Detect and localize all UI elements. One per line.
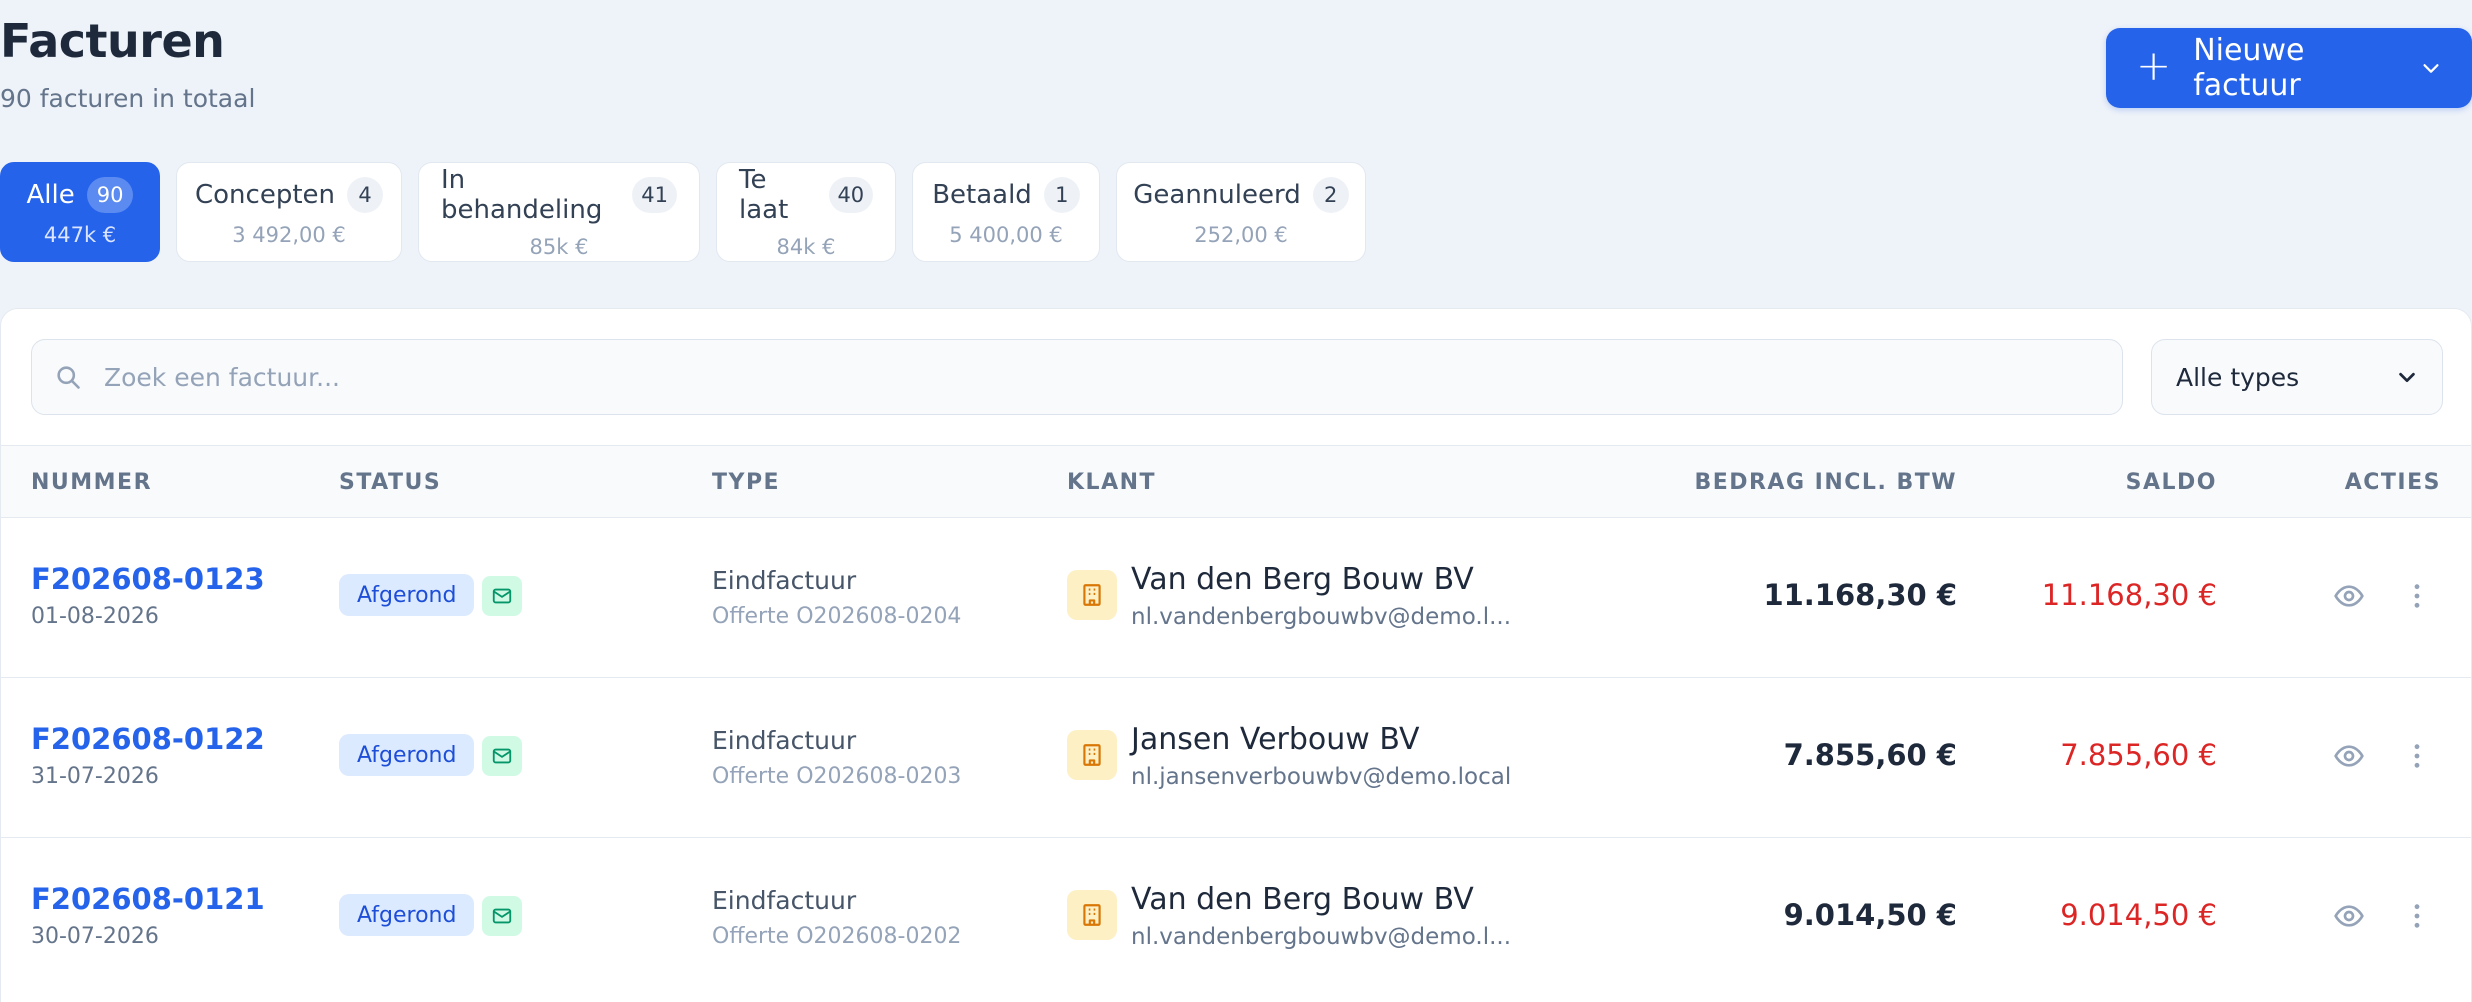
search-icon xyxy=(57,366,80,389)
status-filter-tabs: Alle 90 447k € Concepten 4 3 492,00 € In b… xyxy=(0,162,1366,262)
new-invoice-button[interactable]: + Nieuwe factuur xyxy=(2106,28,2472,108)
chevron-down-icon[interactable] xyxy=(2420,57,2442,79)
status-badge: Afgerond xyxy=(339,574,475,616)
quote-reference: Offerte O202608-0204 xyxy=(712,604,962,629)
type-filter-select[interactable]: Alle types xyxy=(2151,339,2443,415)
invoice-type: Eindfactuur xyxy=(712,566,857,595)
invoice-date: 30-07-2026 xyxy=(31,924,159,949)
tab-betaald[interactable]: Betaald 1 5 400,00 € xyxy=(912,162,1100,262)
invoice-table-card: Alle types NUMMER STATUS TYPE KLANT BEDR… xyxy=(0,308,2472,1002)
eye-icon[interactable] xyxy=(2333,900,2365,932)
tab-in-behandeling[interactable]: In behandeling 41 85k € xyxy=(418,162,700,262)
invoice-balance: 9.014,50 € xyxy=(2060,898,2217,932)
tab-alle[interactable]: Alle 90 447k € xyxy=(0,162,160,262)
client-name: Jansen Verbouw BV xyxy=(1131,722,1420,757)
mail-icon xyxy=(492,588,512,604)
page-title: Facturen xyxy=(0,14,225,68)
mail-icon xyxy=(492,748,512,764)
eye-icon[interactable] xyxy=(2333,580,2365,612)
invoice-amount: 9.014,50 € xyxy=(1783,898,1957,932)
column-header-client[interactable]: KLANT xyxy=(1067,470,1156,495)
tab-amount: 3 492,00 € xyxy=(232,223,346,247)
tab-amount: 447k € xyxy=(43,223,117,247)
tab-amount: 5 400,00 € xyxy=(949,223,1063,247)
tab-label: Concepten xyxy=(195,180,336,210)
invoice-number-link[interactable]: F202608-0121 xyxy=(31,882,265,916)
quote-reference: Offerte O202608-0203 xyxy=(712,764,962,789)
mail-sent-badge xyxy=(482,896,522,936)
quote-reference: Offerte O202608-0202 xyxy=(712,924,962,949)
column-header-type[interactable]: TYPE xyxy=(712,470,780,495)
tab-label: Te laat xyxy=(739,165,789,225)
search-box xyxy=(31,339,2123,415)
column-header-actions: ACTIES xyxy=(2344,470,2441,495)
client-avatar xyxy=(1067,890,1117,940)
mail-sent-badge xyxy=(482,736,522,776)
invoice-date: 01-08-2026 xyxy=(31,604,159,629)
building-icon xyxy=(1083,904,1101,926)
eye-icon[interactable] xyxy=(2333,740,2365,772)
invoice-number-link[interactable]: F202608-0123 xyxy=(31,562,265,596)
status-badge: Afgerond xyxy=(339,894,475,936)
invoice-balance: 11.168,30 € xyxy=(2041,578,2217,612)
invoice-type: Eindfactuur xyxy=(712,726,857,755)
client-name: Van den Berg Bouw BV xyxy=(1131,882,1474,917)
invoice-amount: 11.168,30 € xyxy=(1763,578,1957,612)
tab-label: Geannuleerd xyxy=(1133,180,1301,210)
tab-count-badge: 40 xyxy=(828,177,873,213)
mail-sent-badge xyxy=(482,576,522,616)
tab-concepten[interactable]: Concepten 4 3 492,00 € xyxy=(176,162,402,262)
invoice-type: Eindfactuur xyxy=(712,886,857,915)
client-email: nl.jansenverbouwbv@demo.local xyxy=(1131,764,1512,790)
more-vertical-icon[interactable] xyxy=(2401,900,2433,932)
search-input[interactable] xyxy=(104,362,2122,392)
client-email: nl.vandenbergbouwbv@demo.l... xyxy=(1131,924,1512,950)
invoices-page: Facturen 90 facturen in totaal + Nieuwe … xyxy=(0,0,2472,1002)
table-row[interactable]: F202608-0122 31-07-2026 Afgerond Eindfac… xyxy=(1,677,2471,837)
invoice-balance: 7.855,60 € xyxy=(2060,738,2217,772)
tab-amount: 252,00 € xyxy=(1194,223,1288,247)
invoice-number-link[interactable]: F202608-0122 xyxy=(31,722,265,756)
more-vertical-icon[interactable] xyxy=(2401,580,2433,612)
more-vertical-icon[interactable] xyxy=(2401,740,2433,772)
invoice-date: 31-07-2026 xyxy=(31,764,159,789)
tab-count-badge: 4 xyxy=(347,177,384,213)
tab-te-laat[interactable]: Te laat 40 84k € xyxy=(716,162,896,262)
tab-count-badge: 1 xyxy=(1043,177,1080,213)
table-row[interactable]: F202608-0121 30-07-2026 Afgerond Eindfac… xyxy=(1,837,2471,997)
client-email: nl.vandenbergbouwbv@demo.l... xyxy=(1131,604,1512,630)
tab-count-badge: 41 xyxy=(632,177,677,213)
column-header-amount[interactable]: BEDRAG INCL. BTW xyxy=(1694,470,1957,495)
tab-label: In behandeling xyxy=(441,165,603,225)
invoice-amount: 7.855,60 € xyxy=(1783,738,1957,772)
tab-amount: 85k € xyxy=(529,235,589,259)
column-header-status[interactable]: STATUS xyxy=(339,470,441,495)
client-avatar xyxy=(1067,730,1117,780)
tab-count-badge: 90 xyxy=(86,177,134,213)
building-icon xyxy=(1083,584,1101,606)
tab-label: Betaald xyxy=(932,180,1032,210)
client-name: Van den Berg Bouw BV xyxy=(1131,562,1474,597)
column-header-balance[interactable]: SALDO xyxy=(2126,470,2217,495)
table-header: NUMMER STATUS TYPE KLANT BEDRAG INCL. BT… xyxy=(1,445,2471,517)
building-icon xyxy=(1083,744,1101,766)
chevron-down-icon xyxy=(2399,372,2415,383)
type-filter-value: Alle types xyxy=(2176,362,2300,392)
tab-amount: 84k € xyxy=(776,235,836,259)
tab-count-badge: 2 xyxy=(1312,177,1349,213)
status-badge: Afgerond xyxy=(339,734,475,776)
invoice-count-subtitle: 90 facturen in totaal xyxy=(0,84,256,113)
mail-icon xyxy=(492,908,512,924)
tab-geannuleerd[interactable]: Geannuleerd 2 252,00 € xyxy=(1116,162,1366,262)
table-row[interactable]: F202608-0123 01-08-2026 Afgerond Eindfac… xyxy=(1,517,2471,677)
tab-label: Alle xyxy=(26,180,75,210)
plus-icon: + xyxy=(2136,41,2172,90)
client-avatar xyxy=(1067,570,1117,620)
column-header-number[interactable]: NUMMER xyxy=(31,470,152,495)
new-invoice-label: Nieuwe factuur xyxy=(2193,33,2305,103)
